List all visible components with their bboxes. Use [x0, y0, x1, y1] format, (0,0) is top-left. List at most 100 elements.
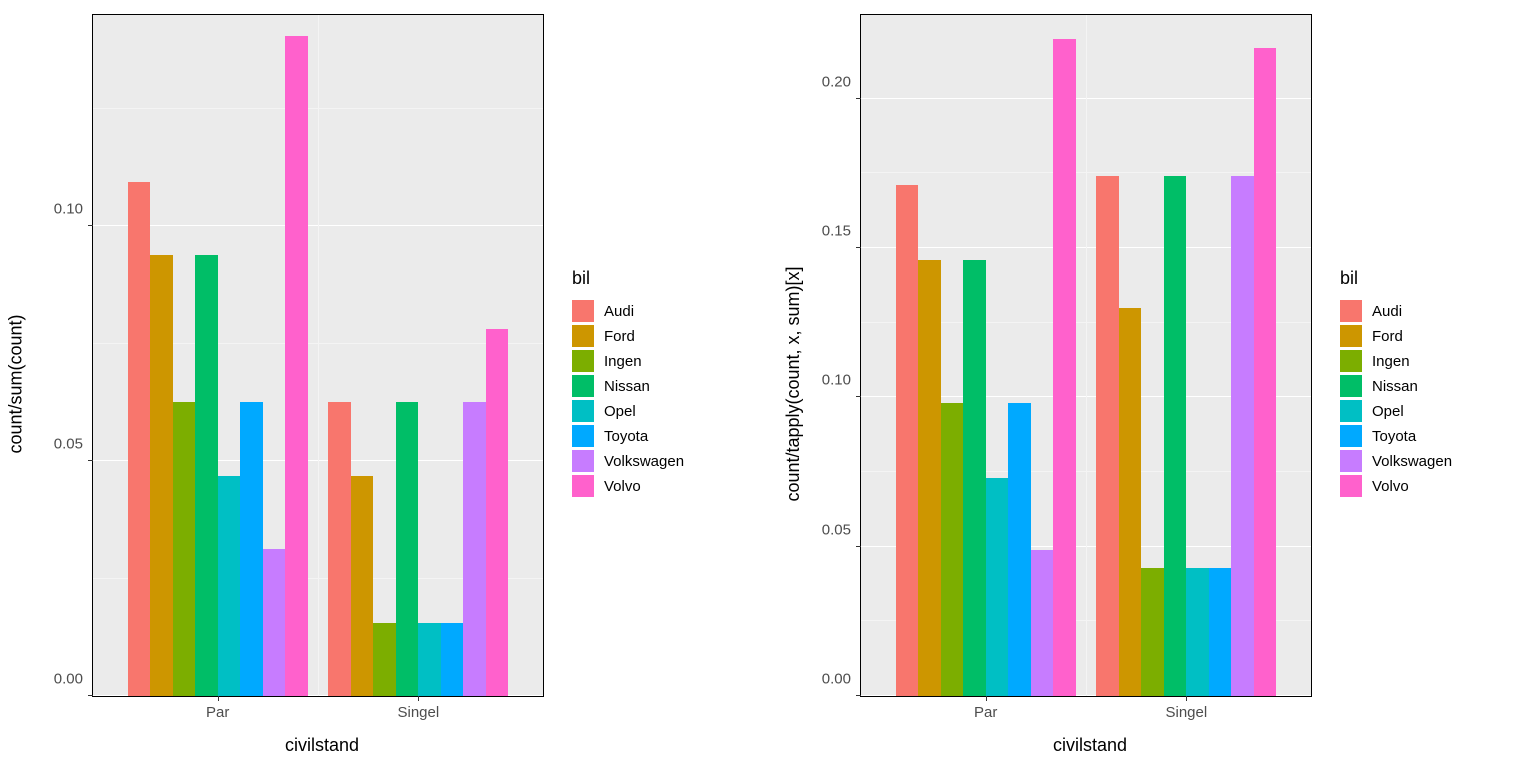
bar [285, 36, 308, 696]
bar [263, 549, 286, 696]
bar [1164, 176, 1187, 696]
bar [486, 329, 509, 696]
y-tick-label: 0.10 [822, 372, 861, 389]
bar [328, 402, 351, 696]
chart-panel-right: count/tapply(count, x, sum)[x] 0.000.050… [768, 0, 1536, 768]
bar [218, 476, 241, 696]
legend-label: Volvo [1372, 478, 1409, 495]
legend-label: Volkswagen [604, 453, 684, 470]
legend-title: bil [572, 268, 760, 289]
legend-swatch [1340, 475, 1362, 497]
bar [941, 403, 964, 696]
bar [1008, 403, 1031, 696]
bar [896, 185, 919, 696]
y-tick-label: 0.05 [54, 436, 93, 453]
legend-swatch [572, 450, 594, 472]
bar [1186, 568, 1209, 696]
legend-item: Volvo [1340, 475, 1528, 497]
legend-swatch [1340, 325, 1362, 347]
bar [1231, 176, 1254, 696]
bar [418, 623, 441, 696]
plot-wrap-right: count/tapply(count, x, sum)[x] 0.000.050… [768, 0, 1328, 768]
legend-swatch [1340, 300, 1362, 322]
legend-left: bil Audi Ford Ingen Nissan Opel Toyota Volkswa… [560, 0, 768, 768]
plot-wrap-left: count/sum(count) 0.000.050.10ParSingel c… [0, 0, 560, 768]
plot-area-left: 0.000.050.10ParSingel [92, 14, 544, 697]
y-axis-title: count/tapply(count, x, sum)[x] [783, 266, 804, 501]
legend-label: Toyota [1372, 428, 1416, 445]
legend-swatch [1340, 350, 1362, 372]
legend-item: Volvo [572, 475, 760, 497]
legend-label: Ford [604, 328, 635, 345]
legend-item: Ingen [572, 350, 760, 372]
legend-right: bil Audi Ford Ingen Nissan Opel Toyota Volkswa… [1328, 0, 1536, 768]
legend-swatch [572, 350, 594, 372]
legend-swatch [572, 425, 594, 447]
bar [1031, 550, 1054, 696]
bar [396, 402, 419, 696]
bar [1096, 176, 1119, 696]
legend-swatch [572, 375, 594, 397]
y-tick-label: 0.15 [822, 222, 861, 239]
bar [351, 476, 374, 696]
legend-label: Opel [1372, 403, 1404, 420]
chart-panel-left: count/sum(count) 0.000.050.10ParSingel c… [0, 0, 768, 768]
legend-swatch [1340, 375, 1362, 397]
bar [1053, 39, 1076, 696]
legend-item: Opel [1340, 400, 1528, 422]
legend-label: Volkswagen [1372, 453, 1452, 470]
y-tick-label: 0.00 [822, 671, 861, 688]
bar [986, 478, 1009, 696]
bar [1119, 308, 1142, 696]
legend-item: Toyota [1340, 425, 1528, 447]
legend-label: Opel [604, 403, 636, 420]
legend-item: Audi [572, 300, 760, 322]
legend-label: Ingen [1372, 353, 1410, 370]
legend-swatch [1340, 450, 1362, 472]
legend-label: Ford [1372, 328, 1403, 345]
y-tick-label: 0.20 [822, 73, 861, 90]
legend-item: Ford [572, 325, 760, 347]
legend-item: Audi [1340, 300, 1528, 322]
legend-item: Nissan [1340, 375, 1528, 397]
bar [173, 402, 196, 696]
plot-area-right: 0.000.050.100.150.20ParSingel [860, 14, 1312, 697]
legend-swatch [1340, 400, 1362, 422]
x-axis-title: civilstand [92, 733, 552, 764]
legend-title: bil [1340, 268, 1528, 289]
figure: count/sum(count) 0.000.050.10ParSingel c… [0, 0, 1536, 768]
bar [240, 402, 263, 696]
legend-label: Toyota [604, 428, 648, 445]
legend-swatch [572, 400, 594, 422]
bar [195, 255, 218, 696]
y-tick-label: 0.00 [54, 671, 93, 688]
bar [373, 623, 396, 696]
legend-item: Nissan [572, 375, 760, 397]
legend-label: Audi [1372, 303, 1402, 320]
legend-label: Nissan [604, 378, 650, 395]
y-tick-label: 0.05 [822, 521, 861, 538]
legend-item: Ingen [1340, 350, 1528, 372]
legend-label: Ingen [604, 353, 642, 370]
bar [1254, 48, 1277, 696]
y-axis-title: count/sum(count) [5, 314, 26, 453]
legend-item: Volkswagen [572, 450, 760, 472]
x-axis-title: civilstand [860, 733, 1320, 764]
bar [150, 255, 173, 696]
bar [963, 260, 986, 696]
legend-label: Audi [604, 303, 634, 320]
legend-item: Opel [572, 400, 760, 422]
legend-swatch [572, 475, 594, 497]
legend-swatch [572, 325, 594, 347]
legend-item: Toyota [572, 425, 760, 447]
bar [1209, 568, 1232, 696]
legend-swatch [1340, 425, 1362, 447]
legend-label: Nissan [1372, 378, 1418, 395]
bar [463, 402, 486, 696]
bar [128, 182, 151, 696]
legend-label: Volvo [604, 478, 641, 495]
bar [1141, 568, 1164, 696]
bar [441, 623, 464, 696]
bar [918, 260, 941, 696]
legend-item: Volkswagen [1340, 450, 1528, 472]
